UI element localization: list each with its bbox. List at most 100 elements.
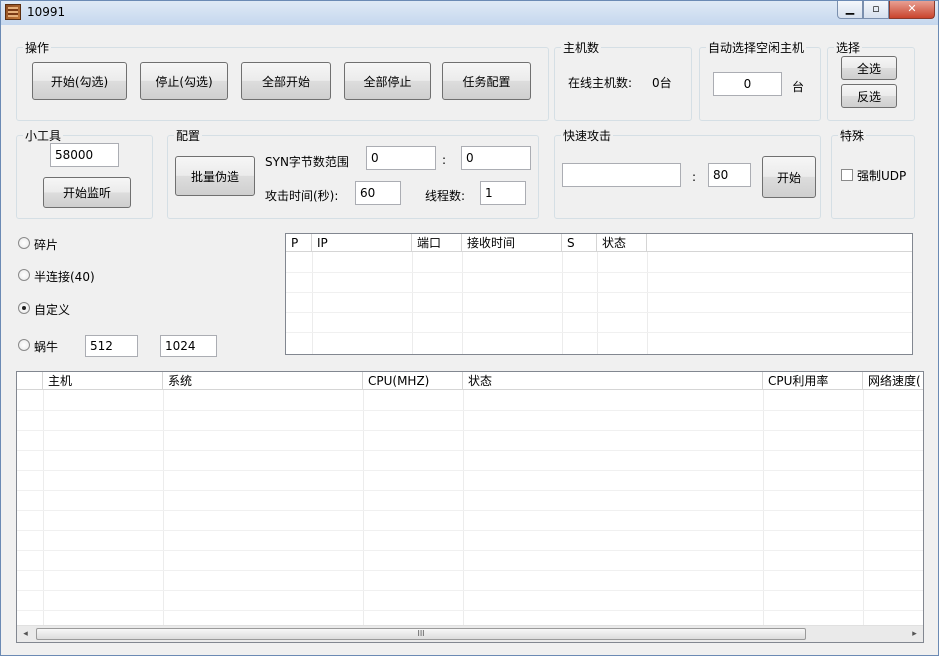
grid-line bbox=[17, 590, 923, 591]
grid-line bbox=[597, 252, 598, 354]
operations-legend: 操作 bbox=[25, 41, 50, 55]
grid-line bbox=[562, 252, 563, 354]
force-udp-checkbox[interactable] bbox=[841, 169, 853, 181]
col-status[interactable]: 状态 bbox=[597, 234, 647, 252]
grid-line bbox=[463, 390, 464, 642]
quick-target-input[interactable] bbox=[562, 163, 681, 187]
mode-snail-radio[interactable] bbox=[18, 339, 30, 351]
grid-line bbox=[312, 252, 313, 354]
grid-line bbox=[412, 252, 413, 354]
close-button[interactable]: ✕ bbox=[889, 1, 935, 19]
minimize-icon: ▁ bbox=[845, 2, 855, 15]
grid-line bbox=[462, 252, 463, 354]
col-system[interactable]: 系统 bbox=[163, 372, 363, 390]
syn-range-separator: : bbox=[442, 153, 447, 167]
grid-line bbox=[763, 390, 764, 642]
host-list[interactable]: 主机 系统 CPU(MHZ) 状态 CPU利用率 网络速度(◂ III ▸ bbox=[16, 371, 924, 643]
grid-line bbox=[286, 272, 912, 273]
host-list-header: 主机 系统 CPU(MHZ) 状态 CPU利用率 网络速度( bbox=[17, 372, 923, 390]
snail-max-input[interactable] bbox=[160, 335, 217, 357]
quick-port-separator: : bbox=[692, 170, 697, 184]
syn-range-to-input[interactable] bbox=[461, 146, 531, 170]
special-legend: 特殊 bbox=[840, 129, 865, 143]
quick-start-button[interactable]: 开始 bbox=[762, 156, 816, 198]
grid-line bbox=[17, 430, 923, 431]
mode-half-connect-radio[interactable] bbox=[18, 269, 30, 281]
col-recv-time[interactable]: 接收时间 bbox=[462, 234, 562, 252]
title-bar[interactable]: 10991 ▁ ▫ ✕ bbox=[1, 1, 938, 25]
grid-line bbox=[43, 390, 44, 642]
select-group: 选择 bbox=[827, 39, 915, 121]
online-hosts-value: 0台 bbox=[652, 76, 672, 90]
grid-line bbox=[17, 550, 923, 551]
stop-checked-button[interactable]: 停止(勾选) bbox=[140, 62, 228, 100]
mode-snail-label: 蜗牛 bbox=[34, 340, 59, 354]
close-icon: ✕ bbox=[907, 2, 917, 15]
main-window: 10991 ▁ ▫ ✕ 操作 开始(勾选) 停止(勾选) 全部开始 全部停止 任… bbox=[0, 0, 939, 656]
listen-port-input[interactable] bbox=[50, 143, 119, 167]
auto-select-legend: 自动选择空闲主机 bbox=[708, 41, 805, 55]
col-net-speed[interactable]: 网络速度( bbox=[863, 372, 923, 390]
grid-line bbox=[17, 530, 923, 531]
grid-line bbox=[163, 390, 164, 642]
maximize-button[interactable]: ▫ bbox=[863, 1, 889, 19]
col-cpu-mhz[interactable]: CPU(MHZ) bbox=[363, 372, 463, 390]
host-list-hscrollbar[interactable]: ◂ III ▸ bbox=[17, 625, 923, 642]
grid-line bbox=[17, 510, 923, 511]
idle-host-unit-label: 台 bbox=[792, 80, 805, 94]
grid-line bbox=[363, 390, 364, 642]
grid-line bbox=[17, 490, 923, 491]
packet-list-header: P IP 端口 接收时间 S 状态 bbox=[286, 234, 912, 252]
col-host-status[interactable]: 状态 bbox=[463, 372, 763, 390]
col-port[interactable]: 端口 bbox=[412, 234, 462, 252]
attack-time-input[interactable] bbox=[355, 181, 401, 205]
tools-legend: 小工具 bbox=[25, 129, 62, 143]
col-s[interactable]: S bbox=[562, 234, 597, 252]
host-count-legend: 主机数 bbox=[563, 41, 600, 55]
syn-range-label: SYN字节数范围 bbox=[265, 155, 349, 169]
attack-time-label: 攻击时间(秒): bbox=[265, 189, 339, 203]
syn-range-from-input[interactable] bbox=[366, 146, 436, 170]
task-config-button[interactable]: 任务配置 bbox=[442, 62, 531, 100]
select-legend: 选择 bbox=[836, 41, 861, 55]
grid-line bbox=[17, 610, 923, 611]
scroll-left-icon[interactable]: ◂ bbox=[17, 626, 34, 642]
col-check[interactable] bbox=[17, 372, 43, 390]
select-all-button[interactable]: 全选 bbox=[841, 56, 897, 80]
col-host[interactable]: 主机 bbox=[43, 372, 163, 390]
invert-select-button[interactable]: 反选 bbox=[841, 84, 897, 108]
config-legend: 配置 bbox=[176, 129, 201, 143]
grid-line bbox=[17, 450, 923, 451]
start-listen-button[interactable]: 开始监听 bbox=[43, 177, 131, 208]
minimize-button[interactable]: ▁ bbox=[837, 1, 863, 19]
col-cpu-usage[interactable]: CPU利用率 bbox=[763, 372, 863, 390]
col-p[interactable]: P bbox=[286, 234, 312, 252]
quick-port-input[interactable] bbox=[708, 163, 751, 187]
app-icon bbox=[5, 4, 21, 20]
client-area: 操作 开始(勾选) 停止(勾选) 全部开始 全部停止 任务配置 主机数 在线主机… bbox=[8, 25, 931, 650]
mode-custom-radio[interactable] bbox=[18, 302, 30, 314]
quick-attack-legend: 快速攻击 bbox=[563, 129, 612, 143]
force-udp-label: 强制UDP bbox=[857, 169, 907, 183]
col-ip[interactable]: IP bbox=[312, 234, 412, 252]
start-checked-button[interactable]: 开始(勾选) bbox=[32, 62, 127, 100]
batch-forge-button[interactable]: 批量伪造 bbox=[175, 156, 255, 196]
idle-host-count-input[interactable] bbox=[713, 72, 782, 96]
snail-min-input[interactable] bbox=[85, 335, 138, 357]
grid-line bbox=[863, 390, 864, 642]
scroll-right-icon[interactable]: ▸ bbox=[906, 626, 923, 642]
grid-line bbox=[286, 312, 912, 313]
mode-custom-label: 自定义 bbox=[34, 303, 71, 317]
online-hosts-label: 在线主机数: bbox=[568, 76, 633, 90]
grid-line bbox=[17, 570, 923, 571]
grid-line bbox=[647, 252, 648, 354]
scroll-thumb[interactable]: III bbox=[36, 628, 806, 640]
mode-half-connect-label: 半连接(40) bbox=[34, 270, 95, 284]
threads-input[interactable] bbox=[480, 181, 526, 205]
grid-line bbox=[17, 470, 923, 471]
threads-label: 线程数: bbox=[425, 189, 466, 203]
start-all-button[interactable]: 全部开始 bbox=[241, 62, 331, 100]
mode-fragment-radio[interactable] bbox=[18, 237, 30, 249]
packet-list[interactable]: P IP 端口 接收时间 S 状态 bbox=[285, 233, 913, 355]
stop-all-button[interactable]: 全部停止 bbox=[344, 62, 431, 100]
